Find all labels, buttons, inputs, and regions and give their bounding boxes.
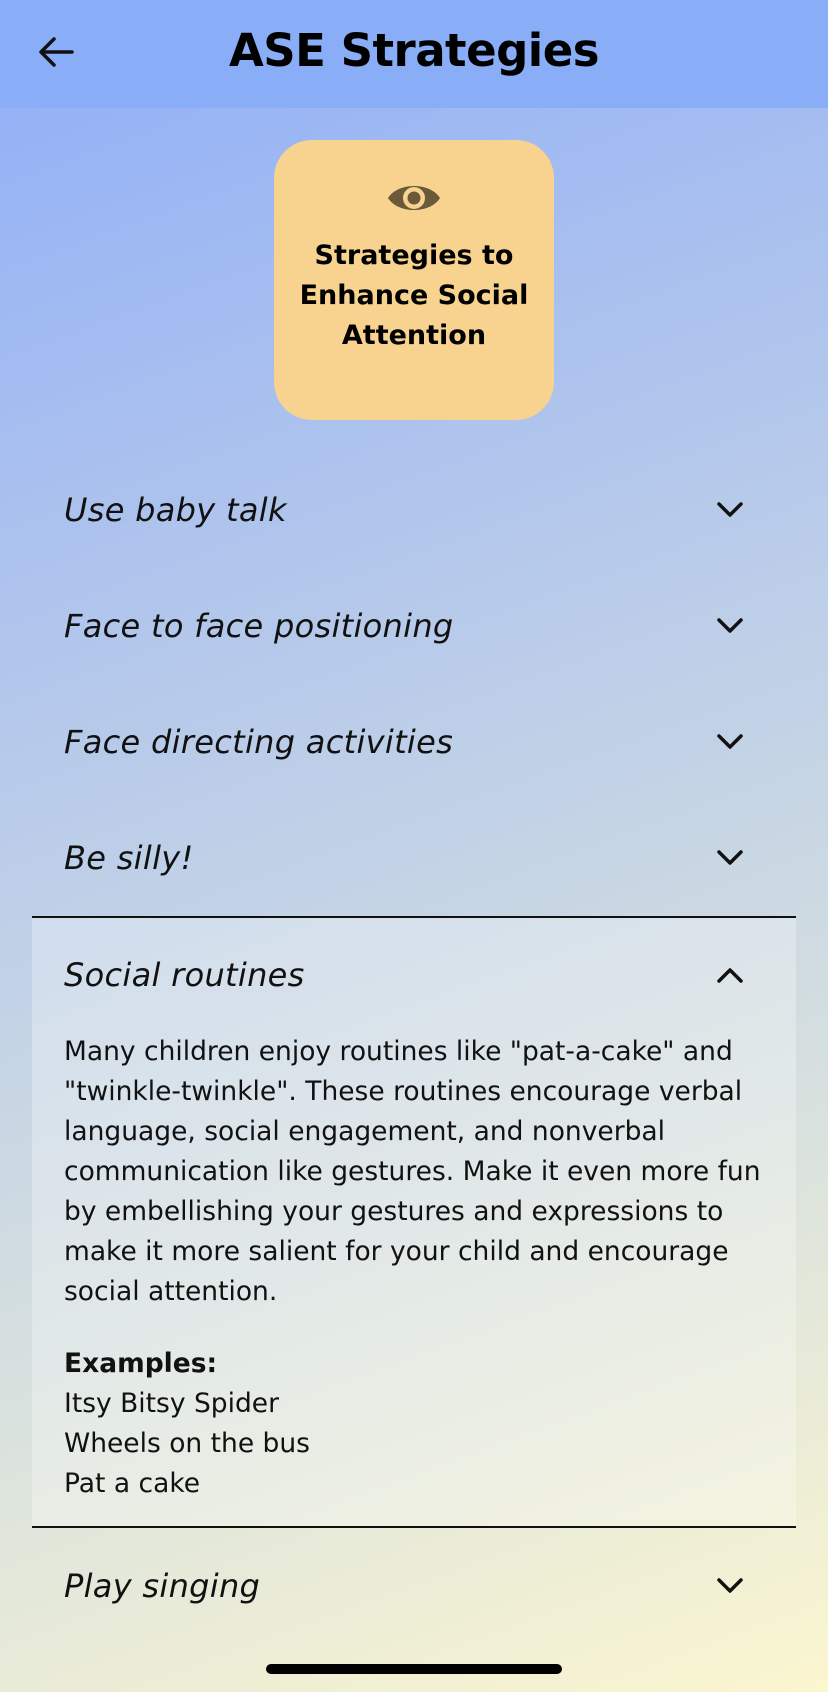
- page-title: ASE Strategies: [228, 24, 600, 77]
- strategy-label: Use baby talk: [64, 491, 287, 529]
- strategy-label: Play singing: [64, 1567, 261, 1605]
- strategy-label: Face directing activities: [64, 723, 454, 761]
- strategy-description: Many children enjoy routines like "pat-a…: [64, 1036, 761, 1307]
- category-title: Strategies to Enhance Social Attention: [299, 240, 529, 351]
- strategy-item[interactable]: Face to face positioning: [32, 568, 796, 684]
- strategy-header[interactable]: Face directing activities: [32, 684, 796, 800]
- chevron-down-icon: [717, 502, 743, 517]
- chevron-down-icon: [717, 850, 743, 865]
- strategy-header[interactable]: Play singing: [32, 1528, 796, 1644]
- strategy-item[interactable]: Face directing activities: [32, 684, 796, 800]
- chevron-down-icon: [717, 1578, 743, 1593]
- strategy-label: Social routines: [64, 956, 305, 994]
- strategy-item-expanded[interactable]: Social routines Many children enjoy rout…: [32, 916, 796, 1528]
- strategy-details: Many children enjoy routines like "pat-a…: [32, 1032, 796, 1526]
- strategy-header[interactable]: Use baby talk: [32, 452, 796, 568]
- category-card: Strategies to Enhance Social Attention: [274, 140, 554, 420]
- strategy-item[interactable]: Be silly!: [32, 800, 796, 916]
- app-header: ASE Strategies: [0, 0, 828, 108]
- strategy-accordion: Use baby talk Face to face positioning F…: [32, 452, 796, 1644]
- chevron-down-icon: [717, 734, 743, 749]
- strategy-label: Face to face positioning: [64, 607, 454, 645]
- chevron-down-icon: [717, 618, 743, 633]
- strategy-header[interactable]: Face to face positioning: [32, 568, 796, 684]
- strategy-item[interactable]: Use baby talk: [32, 452, 796, 568]
- example-item: Pat a cake: [64, 1468, 201, 1499]
- example-item: Itsy Bitsy Spider: [64, 1388, 279, 1419]
- example-item: Wheels on the bus: [64, 1428, 310, 1459]
- strategy-label: Be silly!: [64, 839, 194, 877]
- strategy-header[interactable]: Social routines: [32, 918, 796, 1032]
- chevron-up-icon: [717, 968, 743, 983]
- home-indicator[interactable]: [266, 1664, 562, 1674]
- strategy-header[interactable]: Be silly!: [32, 800, 796, 916]
- eye-icon: [388, 186, 440, 210]
- examples-heading: Examples:: [64, 1348, 218, 1379]
- strategy-item[interactable]: Play singing: [32, 1528, 796, 1644]
